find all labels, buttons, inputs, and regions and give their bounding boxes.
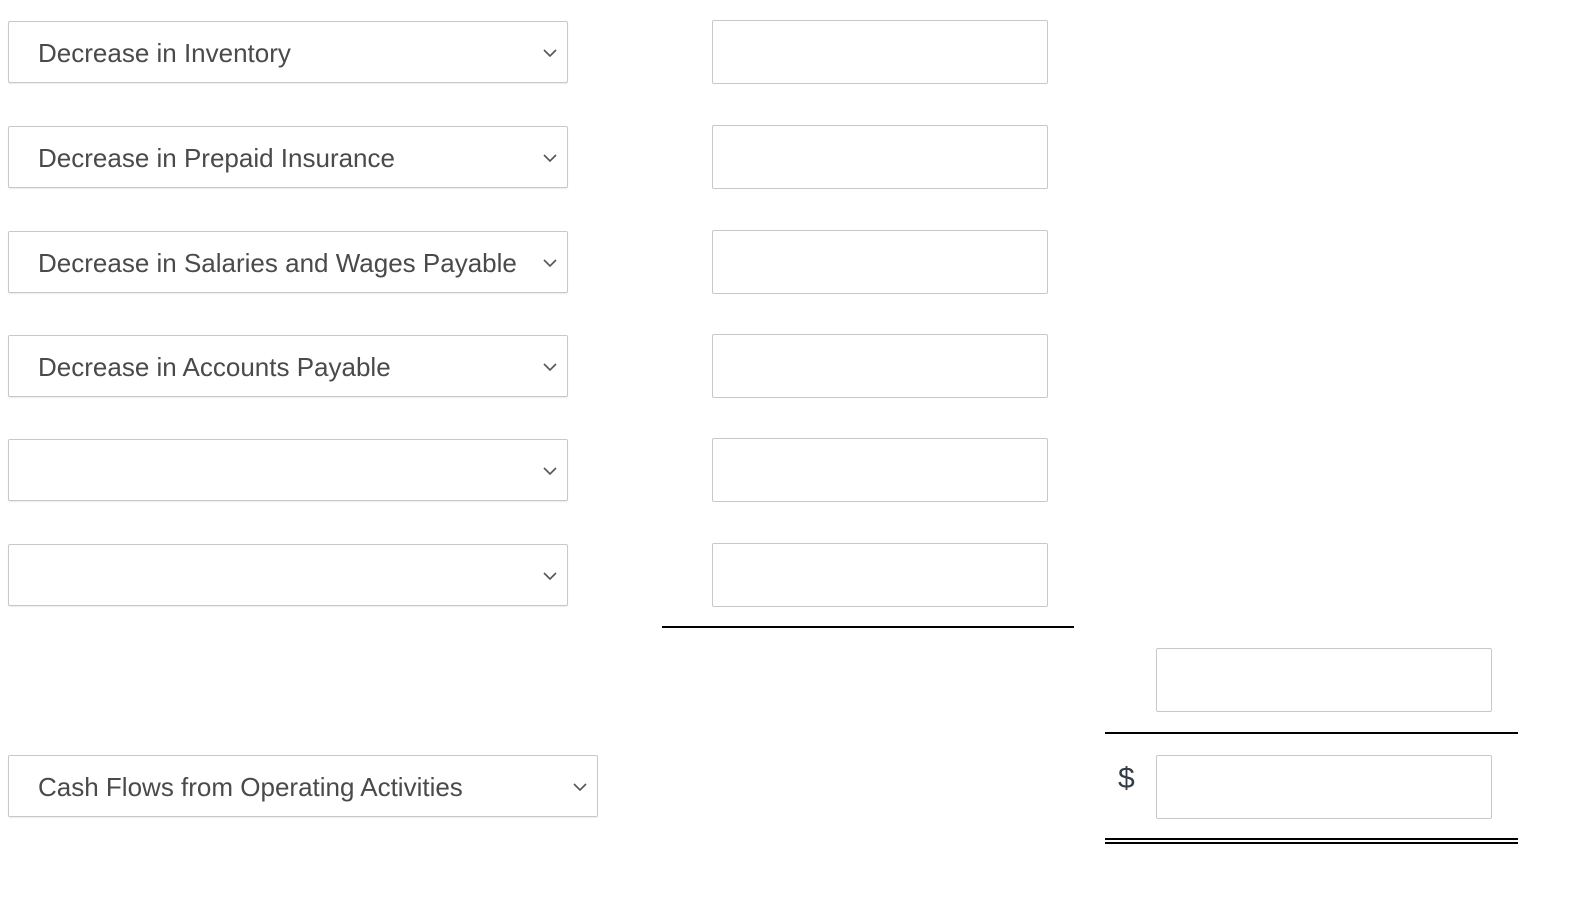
- chevron-down-icon: [543, 49, 557, 58]
- total-input[interactable]: [1156, 755, 1492, 819]
- line-item-amount-input[interactable]: [712, 230, 1048, 294]
- total-select[interactable]: Cash Flows from Operating Activities: [8, 755, 598, 817]
- line-item-select-label: Decrease in Salaries and Wages Payable: [38, 248, 517, 278]
- line-item-amount-input[interactable]: [712, 20, 1048, 84]
- line-item-amount-input[interactable]: [712, 125, 1048, 189]
- subtotal-rule: [662, 626, 1074, 628]
- line-item-select[interactable]: Decrease in Salaries and Wages Payable: [8, 231, 568, 293]
- total-select-label: Cash Flows from Operating Activities: [38, 772, 463, 802]
- chevron-down-icon: [543, 572, 557, 581]
- chevron-down-icon: [543, 467, 557, 476]
- chevron-down-icon: [543, 363, 557, 372]
- chevron-down-icon: [573, 783, 587, 792]
- line-item-select[interactable]: [8, 544, 568, 606]
- subtotal-input[interactable]: [1156, 648, 1492, 712]
- currency-symbol: $: [1118, 762, 1135, 795]
- double-rule-top: [1105, 838, 1518, 840]
- line-item-select[interactable]: [8, 439, 568, 501]
- line-item-select-label: Decrease in Inventory: [38, 38, 291, 68]
- line-item-amount-input[interactable]: [712, 543, 1048, 607]
- line-item-amount-input[interactable]: [712, 438, 1048, 502]
- chevron-down-icon: [543, 154, 557, 163]
- total-rule: [1105, 732, 1518, 734]
- line-item-select[interactable]: Decrease in Inventory: [8, 21, 568, 83]
- line-item-amount-input[interactable]: [712, 334, 1048, 398]
- double-rule-bottom: [1105, 842, 1518, 844]
- line-item-select-label: Decrease in Accounts Payable: [38, 352, 391, 382]
- chevron-down-icon: [543, 259, 557, 268]
- line-item-select[interactable]: Decrease in Accounts Payable: [8, 335, 568, 397]
- line-item-select[interactable]: Decrease in Prepaid Insurance: [8, 126, 568, 188]
- line-item-select-label: Decrease in Prepaid Insurance: [38, 143, 395, 173]
